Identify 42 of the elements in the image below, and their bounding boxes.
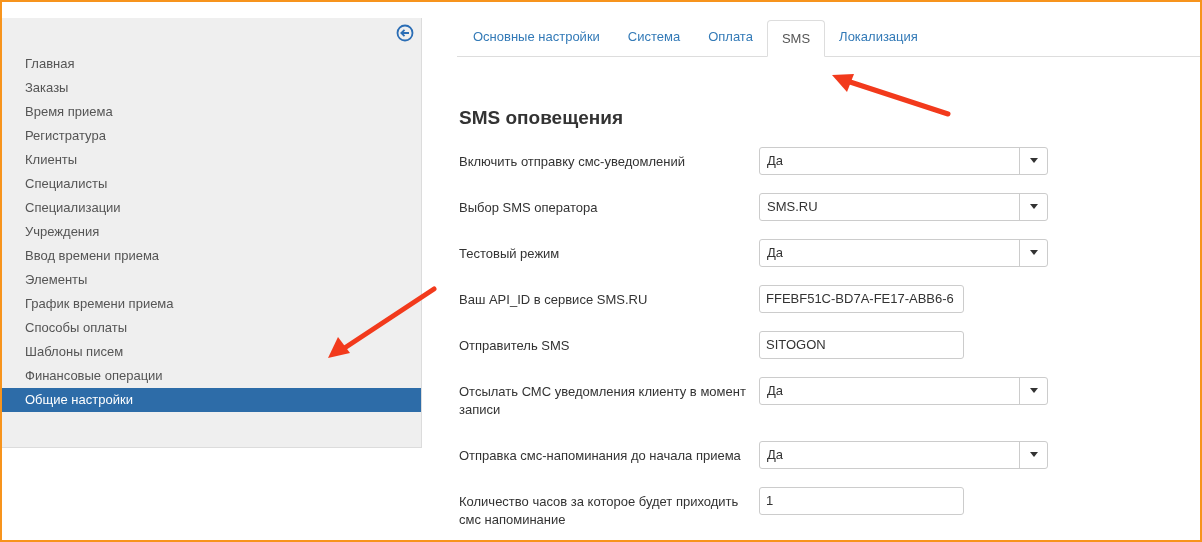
sidebar-item[interactable]: Регистратура	[2, 124, 421, 148]
sidebar-item[interactable]: Шаблоны писем	[2, 340, 421, 364]
sidebar-item[interactable]: Специализации	[2, 196, 421, 220]
select-field[interactable]: Да	[759, 440, 1048, 469]
field-label: Отправитель SMS	[459, 336, 571, 355]
input-field[interactable]: SITOGON	[759, 330, 964, 359]
sidebar-item[interactable]: Способы оплаты	[2, 316, 421, 340]
field-label: Ваш API_ID в сервисе SMS.RU	[459, 290, 649, 309]
field-label: Включить отправку смс-уведомлений	[459, 152, 686, 171]
tab[interactable]: Система	[613, 19, 695, 56]
sidebar-item[interactable]: График времени приема	[2, 292, 421, 316]
section-heading: SMS оповещения	[459, 106, 623, 130]
field-label: Количество часов за которое будет приходить смс напоминание	[459, 492, 740, 529]
caret-icon	[1029, 204, 1038, 209]
select-field[interactable]: SMS.RU	[759, 192, 1048, 221]
sidebar-item[interactable]: Время приема	[2, 100, 421, 124]
sidebar-item[interactable]: Ввод времени приема	[2, 244, 421, 268]
field-label: Выбор SMS оператора	[459, 198, 599, 217]
sidebar-item[interactable]: Главная	[2, 52, 421, 76]
input-field[interactable]: 1	[759, 486, 964, 515]
select-field[interactable]: Да	[759, 238, 1048, 267]
sidebar-item[interactable]: Учреждения	[2, 220, 421, 244]
tab[interactable]: Основные настройки	[459, 19, 614, 56]
tab[interactable]: Локализация	[825, 19, 932, 56]
select-field[interactable]: Да	[759, 376, 1048, 405]
field-label: Отсылать СМС уведомления клиенту в момент записи	[459, 382, 747, 419]
tab[interactable]: SMS	[766, 20, 826, 57]
field-label: Отправка смс-напоминания до начала приема	[459, 446, 742, 465]
caret-icon	[1029, 158, 1038, 163]
select-field[interactable]: Да	[759, 146, 1048, 175]
sidebar-item[interactable]: Элементы	[2, 268, 421, 292]
field-label: Тестовый режим	[459, 244, 561, 263]
sidebar-item[interactable]: Заказы	[2, 76, 421, 100]
caret-icon	[1029, 388, 1038, 393]
sidebar-item[interactable]: Финансовые операции	[2, 364, 421, 388]
sidebar-item[interactable]: Специалисты	[2, 172, 421, 196]
caret-icon	[1029, 250, 1038, 255]
sidebar-item[interactable]: Общие настройки	[2, 388, 421, 412]
input-field[interactable]: FFEBF51C-BD7A-FE17-ABB6-6	[759, 284, 964, 313]
caret-icon	[1029, 452, 1038, 457]
tab[interactable]: Оплата	[694, 19, 767, 56]
sidebar-item[interactable]: Клиенты	[2, 148, 421, 172]
